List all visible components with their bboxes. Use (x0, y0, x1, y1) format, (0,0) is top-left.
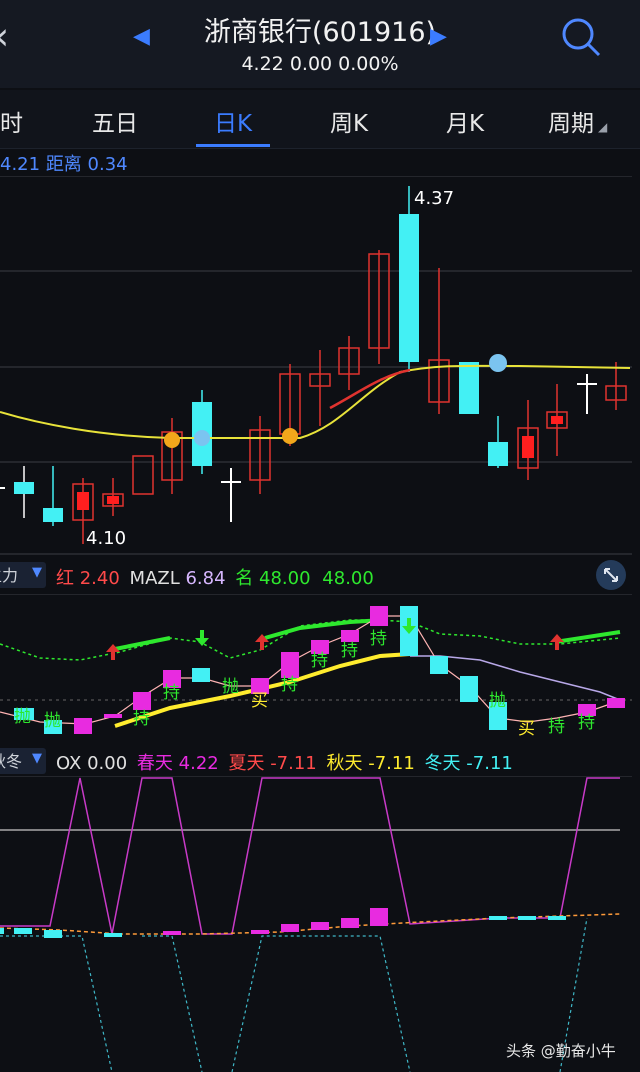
stock-quote: 4.22 0.00 0.00% (241, 53, 399, 75)
signal-label: 持 (163, 683, 180, 703)
next-stock-triangle-right-icon[interactable]: ▶ (430, 24, 447, 49)
watermark: 头条 @勤奋小牛 (506, 1042, 616, 1060)
indicator1-chart[interactable]: 抛 抛 持 抛 买 持 持 持 持 抛 买 持 持 持 (0, 594, 632, 744)
active-tab-indicator (196, 144, 270, 147)
candle (459, 362, 479, 414)
ming-value-1: 48.00 (259, 568, 311, 589)
signal-labels: 抛 抛 持 抛 买 持 持 持 持 抛 买 持 持 持 (14, 629, 595, 739)
pink-line (0, 615, 617, 725)
signal-label: 抛 (222, 677, 239, 697)
candle (14, 482, 34, 494)
stock-title: 浙商银行(601916) (203, 17, 437, 48)
indicator1-selector-label: 主力 (0, 566, 19, 585)
ox-value: 0.00 (87, 753, 128, 774)
moving-average-up-segment (329, 368, 411, 410)
period-tabs: 时 五日 日K 周K 月K 周期 ◢ (0, 90, 640, 149)
indicator2-chart[interactable] (0, 776, 632, 1072)
stock-header: ‹ ◀ 浙商银行(601916) ▶ 4.22 0.00 0.00% (0, 0, 640, 88)
indicator1-legend: 红 2.40 MAZL 6.84 名 48.00 48.00 (56, 564, 374, 590)
signal-label: 持 (133, 709, 150, 729)
down-arrow-icon (195, 630, 209, 646)
up-arrow-icon (550, 634, 564, 650)
moving-average-line (0, 364, 631, 439)
summer-label: 夏天 (228, 753, 265, 774)
magenta-wave (0, 777, 620, 935)
tab-daily-k[interactable]: 日K (214, 104, 252, 138)
autumn-label: 秋天 (326, 753, 363, 774)
indicator2-legend: OX 0.00 春天 4.22 夏天 -7.11 秋天 -7.11 冬天 -7.… (56, 749, 513, 775)
tab-five-day[interactable]: 五日 (92, 104, 138, 138)
spring-value: 4.22 (178, 753, 219, 774)
indicator2-selector-label: 秋冬 (0, 752, 23, 771)
tab-minute[interactable]: 时 (0, 104, 23, 138)
expand-chart-icon[interactable] (596, 560, 626, 590)
legend-distance-value: 0.34 (87, 154, 128, 175)
legend-value: 4.21 (0, 154, 41, 175)
summer-value: -7.11 (270, 753, 317, 774)
signal-label: 持 (370, 629, 387, 649)
dropdown-caret-icon: ▼ (32, 565, 42, 580)
red-value: 2.40 (79, 568, 120, 589)
winter-label: 冬天 (424, 753, 461, 774)
mazl-value: 6.84 (185, 568, 226, 589)
blue-marker-icon (489, 354, 507, 372)
candle-body (107, 496, 119, 504)
high-price-label: 4.37 (414, 188, 454, 209)
legend-distance-label: 距离 (45, 154, 82, 175)
candle-body (77, 492, 89, 510)
indicator2-bars (0, 908, 566, 938)
autumn-value: -7.11 (368, 753, 415, 774)
period-dropdown-caret-icon: ◢ (598, 120, 608, 134)
chart-gridlines (0, 176, 632, 555)
green-trend-segment (109, 636, 171, 652)
candle-body (522, 436, 534, 458)
candles (0, 186, 627, 544)
candlestick-chart[interactable]: 4.37 4.10 (0, 176, 632, 556)
teal-dashed-wave (0, 917, 588, 1072)
indicator2-selector[interactable]: 秋冬 ▼ (0, 748, 46, 774)
signal-label: 持 (341, 641, 358, 661)
signal-label: 持 (311, 651, 328, 671)
indicator1-selector[interactable]: 主力 ▼ (0, 562, 46, 588)
candle-body (551, 416, 563, 424)
candle (43, 508, 63, 522)
main-legend: 4.21 距离 0.34 (0, 150, 128, 176)
winter-value: -7.11 (466, 753, 513, 774)
search-icon[interactable] (560, 16, 602, 58)
spring-label: 春天 (136, 753, 173, 774)
mazl-label: MAZL (129, 568, 180, 589)
signal-label: 持 (578, 713, 595, 733)
signal-label: 持 (281, 675, 298, 695)
tab-weekly-k[interactable]: 周K (330, 104, 368, 138)
blue-marker-icon (194, 430, 210, 446)
red-label: 红 (56, 568, 74, 589)
ming-value-2: 48.00 (322, 568, 374, 589)
gold-marker-icon (282, 428, 298, 444)
candle (488, 442, 508, 466)
signal-label: 抛 (489, 691, 506, 711)
candle (399, 214, 419, 362)
signal-label: 买 (251, 691, 268, 711)
signal-label: 买 (518, 719, 535, 739)
tab-period-label: 周期 (548, 111, 594, 137)
tab-period[interactable]: 周期 ◢ (548, 104, 607, 138)
ming-label: 名 (235, 568, 254, 589)
ox-label: OX (56, 753, 82, 774)
low-price-label: 4.10 (86, 528, 126, 549)
signal-label: 抛 (44, 711, 61, 731)
signal-label: 持 (548, 717, 565, 737)
gold-marker-icon (164, 432, 180, 448)
dropdown-caret-icon: ▼ (32, 751, 42, 766)
signal-label: 抛 (14, 707, 31, 727)
tab-monthly-k[interactable]: 月K (446, 104, 484, 138)
